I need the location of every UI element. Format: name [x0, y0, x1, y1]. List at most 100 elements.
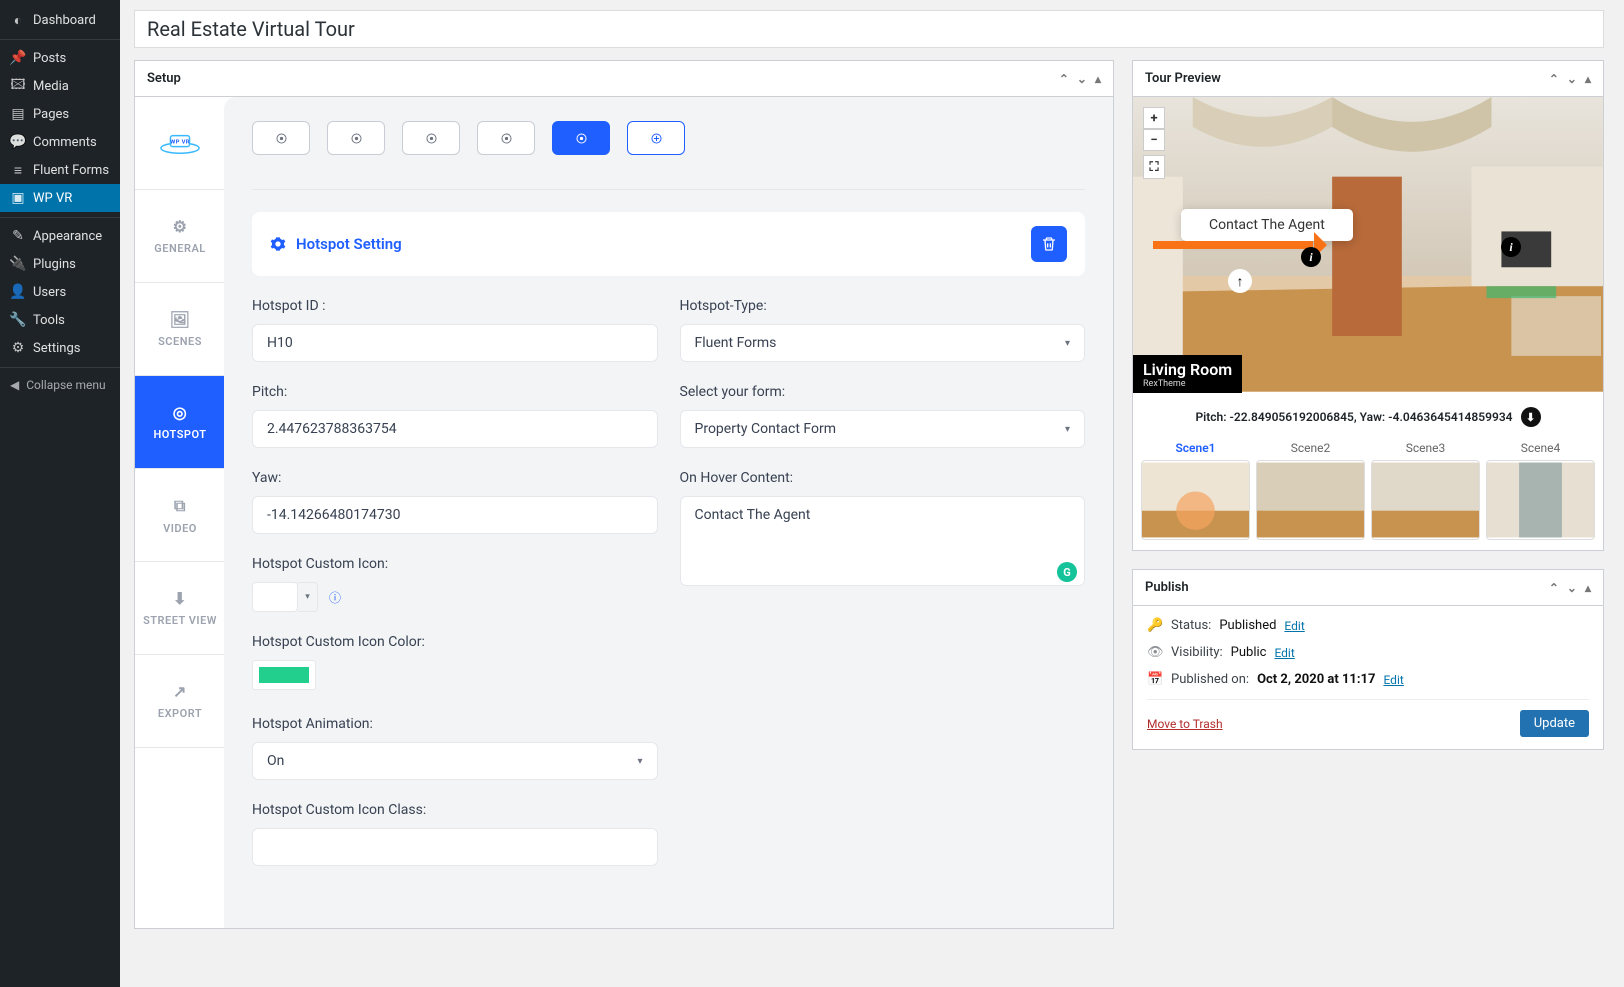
mappin-icon: ⬇: [173, 589, 187, 608]
tab-hotspot[interactable]: ◎HOTSPOT: [135, 376, 225, 469]
panel-up-icon[interactable]: ⌃: [1549, 581, 1559, 595]
hotspot-id-input[interactable]: [252, 324, 658, 362]
panel-toggle-icon[interactable]: ▴: [1585, 72, 1591, 86]
hotspot-marker[interactable]: i: [1501, 237, 1521, 257]
sidebar-item-tools[interactable]: 🔧Tools: [0, 306, 120, 334]
vr-icon: ▣: [10, 190, 26, 206]
panel-toggle-icon[interactable]: ▴: [1585, 581, 1591, 595]
zoom-out-button[interactable]: −: [1143, 129, 1165, 151]
hotspot-tab-5[interactable]: [552, 121, 610, 155]
color-picker[interactable]: [252, 660, 316, 690]
apply-coords-button[interactable]: ⬇: [1521, 407, 1541, 427]
edit-status-link[interactable]: Edit: [1284, 619, 1304, 633]
zoom-in-button[interactable]: +: [1143, 107, 1165, 129]
media-icon: 🖾: [10, 78, 26, 94]
gear-icon: ⚙: [173, 217, 188, 236]
sidebar-item-plugins[interactable]: 🔌Plugins: [0, 250, 120, 278]
comment-icon: 💬: [10, 134, 26, 150]
edit-visibility-link[interactable]: Edit: [1274, 646, 1294, 660]
export-icon: ↗: [173, 682, 187, 701]
hotspot-tab-3[interactable]: [402, 121, 460, 155]
sidebar-item-fluentforms[interactable]: ≡Fluent Forms: [0, 156, 120, 184]
sidebar-item-posts[interactable]: 📌Posts: [0, 44, 120, 72]
tour-preview-panel: Tour Preview ⌃ ⌄ ▴: [1132, 60, 1604, 551]
yaw-input[interactable]: [252, 496, 658, 534]
collapse-menu[interactable]: ◀Collapse menu: [0, 372, 120, 398]
yaw-label: Yaw:: [252, 470, 658, 486]
info-icon[interactable]: ⓘ: [326, 588, 344, 606]
hover-label: On Hover Content:: [680, 470, 1086, 486]
panel-up-icon[interactable]: ⌃: [1059, 72, 1069, 86]
form-label: Select your form:: [680, 384, 1086, 400]
video-icon: ⧉: [174, 496, 186, 516]
animation-select[interactable]: On: [252, 742, 658, 780]
edit-date-link[interactable]: Edit: [1383, 673, 1403, 687]
hotspot-tab-4[interactable]: [477, 121, 535, 155]
sidebar-item-pages[interactable]: ▤Pages: [0, 100, 120, 128]
sidebar-item-settings[interactable]: ⚙Settings: [0, 334, 120, 362]
dashboard-icon: ◐: [10, 12, 26, 28]
post-title-input[interactable]: [134, 10, 1604, 48]
hotspot-type-select[interactable]: Fluent Forms: [680, 324, 1086, 362]
sidebar-item-media[interactable]: 🖾Media: [0, 72, 120, 100]
target-icon: ◎: [173, 403, 187, 422]
panorama-viewer[interactable]: + − ⛶ Contact The Agent i i ↑ Living Roo…: [1133, 97, 1603, 393]
hotspot-setting-title: Hotspot Setting: [296, 235, 402, 253]
hover-textarea[interactable]: Contact The Agent: [680, 496, 1086, 586]
trash-icon: [1041, 236, 1057, 252]
panel-down-icon[interactable]: ⌄: [1077, 72, 1087, 86]
hotspot-marker[interactable]: i: [1301, 247, 1321, 267]
wpvr-logo: WP VR: [135, 97, 225, 190]
sidebar-item-comments[interactable]: 💬Comments: [0, 128, 120, 156]
key-icon: 🔑: [1147, 618, 1163, 633]
users-icon: 👤: [10, 284, 26, 300]
tour-preview-title: Tour Preview: [1145, 71, 1221, 86]
icon-class-input[interactable]: [252, 828, 658, 866]
sidebar-item-users[interactable]: 👤Users: [0, 278, 120, 306]
panel-down-icon[interactable]: ⌄: [1567, 581, 1577, 595]
hotspot-tab-1[interactable]: [252, 121, 310, 155]
pitch-label: Pitch:: [252, 384, 658, 400]
tab-video[interactable]: ⧉VIDEO: [135, 469, 225, 562]
image-icon: 🖼: [170, 310, 191, 329]
custom-icon-label: Hotspot Custom Icon:: [252, 556, 658, 572]
nav-marker[interactable]: ↑: [1228, 269, 1252, 293]
pitch-yaw-readout: Pitch: -22.849056192006845, Yaw: -4.0463…: [1195, 410, 1512, 424]
hotspot-tab-2[interactable]: [327, 121, 385, 155]
pitch-input[interactable]: [252, 410, 658, 448]
update-button[interactable]: Update: [1520, 710, 1589, 737]
fullscreen-button[interactable]: ⛶: [1143, 155, 1165, 179]
tab-scenes[interactable]: 🖼SCENES: [135, 283, 225, 376]
scene-thumb-4[interactable]: Scene4: [1486, 441, 1595, 540]
tab-export[interactable]: ↗EXPORT: [135, 655, 225, 748]
settings-icon: ⚙: [10, 340, 26, 356]
sidebar-item-wpvr[interactable]: ▣WP VR: [0, 184, 120, 212]
icon-picker-box[interactable]: [252, 582, 298, 612]
panel-up-icon[interactable]: ⌃: [1549, 72, 1559, 86]
collapse-icon: ◀: [10, 378, 19, 392]
publish-panel-title: Publish: [1145, 580, 1189, 595]
hotspot-add[interactable]: [627, 121, 685, 155]
wp-admin-sidebar: ◐Dashboard 📌Posts 🖾Media ▤Pages 💬Comment…: [0, 0, 120, 987]
scene-thumb-2[interactable]: Scene2: [1256, 441, 1365, 540]
hotspot-type-label: Hotspot-Type:: [680, 298, 1086, 314]
tab-streetview[interactable]: ⬇STREET VIEW: [135, 562, 225, 655]
move-to-trash-link[interactable]: Move to Trash: [1147, 717, 1223, 731]
tools-icon: 🔧: [10, 312, 26, 328]
delete-button[interactable]: [1031, 226, 1067, 262]
scene-thumb-3[interactable]: Scene3: [1371, 441, 1480, 540]
icon-picker-dropdown[interactable]: ▾: [298, 582, 318, 612]
form-icon: ≡: [10, 162, 26, 178]
tab-general[interactable]: ⚙GENERAL: [135, 190, 225, 283]
form-select[interactable]: Property Contact Form: [680, 410, 1086, 448]
scene-thumb-1[interactable]: Scene1: [1141, 441, 1250, 540]
panel-down-icon[interactable]: ⌄: [1567, 72, 1577, 86]
sidebar-item-dashboard[interactable]: ◐Dashboard: [0, 6, 120, 34]
eye-icon: 👁: [1147, 645, 1163, 660]
grammarly-icon[interactable]: G: [1057, 562, 1077, 582]
sidebar-item-appearance[interactable]: ✎Appearance: [0, 222, 120, 250]
setup-panel: Setup ⌃ ⌄ ▴ WP VR ⚙GENERAL: [134, 60, 1114, 929]
animation-label: Hotspot Animation:: [252, 716, 658, 732]
panel-toggle-icon[interactable]: ▴: [1095, 72, 1101, 86]
page-icon: ▤: [10, 106, 26, 122]
